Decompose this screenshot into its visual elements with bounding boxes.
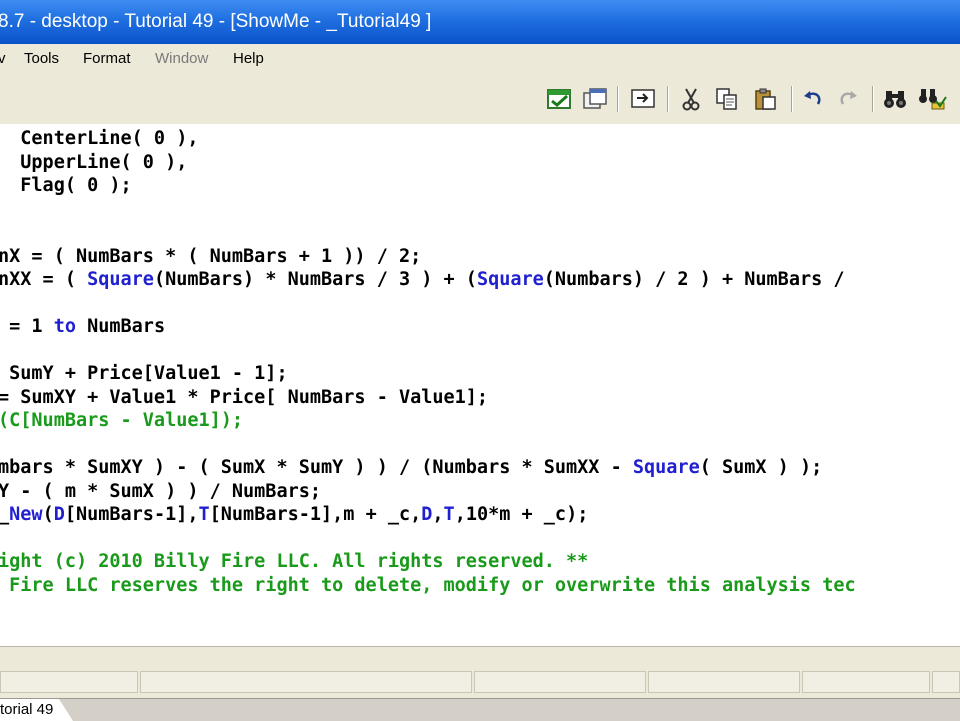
copy-icon bbox=[716, 88, 737, 110]
code-line: Fire LLC reserves the right to delete, m… bbox=[0, 574, 856, 598]
copy-button[interactable] bbox=[712, 84, 742, 114]
code-text: [NumBars-1], bbox=[64, 504, 199, 525]
code-text: nX = ( NumBars * ( NumBars + 1 )) / 2; bbox=[0, 245, 422, 267]
status-pane bbox=[932, 671, 960, 693]
code-line: = 1 to NumBars bbox=[0, 315, 165, 339]
code-editor[interactable]: CenterLine( 0 ), UpperLine( 0 ), Flag( 0… bbox=[0, 124, 960, 646]
cut-icon bbox=[682, 88, 700, 111]
code-keyword: Square bbox=[87, 269, 154, 290]
code-text: Y - ( m * SumX ) ) / NumBars; bbox=[0, 480, 322, 502]
title-bar: 8.7 - desktop - Tutorial 49 - [ShowMe - … bbox=[0, 0, 960, 44]
code-line: ight (c) 2010 Billy Fire LLC. All rights… bbox=[0, 550, 588, 574]
code-line: mbars * SumXY ) - ( SumX * SumY ) ) / (N… bbox=[0, 456, 822, 480]
menu-tools[interactable]: Tools bbox=[24, 44, 59, 74]
code-keyword: New bbox=[9, 504, 43, 525]
code-text: NumBars bbox=[75, 316, 166, 337]
menu-help[interactable]: Help bbox=[233, 44, 264, 74]
code-keyword: D bbox=[53, 504, 65, 525]
redo-icon bbox=[840, 91, 857, 105]
paste-icon bbox=[755, 88, 776, 110]
code-text: ( SumX ) ); bbox=[699, 457, 823, 478]
menu-window[interactable]: Window bbox=[155, 44, 208, 74]
code-text: [NumBars-1],m + _c, bbox=[209, 504, 422, 525]
status-pane bbox=[140, 671, 472, 693]
status-bar bbox=[0, 646, 960, 699]
code-text: = SumXY + Value1 * Price[ NumBars - Valu… bbox=[0, 386, 489, 408]
code-line: = SumXY + Value1 * Price[ NumBars - Valu… bbox=[0, 386, 488, 410]
code-line: UpperLine( 0 ), bbox=[0, 151, 187, 175]
properties-icon bbox=[583, 88, 607, 109]
menu-view[interactable]: v bbox=[0, 44, 6, 74]
code-text: , bbox=[432, 504, 444, 525]
code-text: (NumBars) * NumBars / 3 ) + ( bbox=[153, 269, 477, 290]
code-line: _New(D[NumBars-1],T[NumBars-1],m + _c,D,… bbox=[0, 503, 588, 527]
menu-format[interactable]: Format bbox=[83, 44, 131, 74]
find-replace-button[interactable] bbox=[918, 84, 948, 114]
find-icon bbox=[884, 91, 906, 108]
code-comment: (C[NumBars - Value1]); bbox=[0, 410, 244, 431]
code-keyword: to bbox=[53, 316, 76, 337]
document-tab-bar: torial 49 bbox=[0, 698, 960, 721]
find-button[interactable] bbox=[881, 84, 911, 114]
menu-bar: v Tools Format Window Help bbox=[0, 44, 960, 74]
code-keyword: D bbox=[421, 504, 433, 525]
code-text: SumY + Price[Value1 - 1]; bbox=[0, 363, 288, 384]
cut-button[interactable] bbox=[676, 84, 706, 114]
status-pane bbox=[802, 671, 930, 693]
code-line: nX = ( NumBars * ( NumBars + 1 )) / 2; bbox=[0, 245, 421, 269]
code-text: Flag( 0 ); bbox=[0, 175, 132, 196]
properties-button[interactable] bbox=[580, 84, 610, 114]
code-comment: ight (c) 2010 Billy Fire LLC. All rights… bbox=[0, 551, 589, 572]
toolbar bbox=[0, 74, 960, 125]
insert-icon bbox=[631, 89, 655, 108]
verify-icon bbox=[547, 89, 571, 109]
status-pane bbox=[474, 671, 646, 693]
code-keyword: T bbox=[198, 504, 210, 525]
code-line: Flag( 0 ); bbox=[0, 174, 132, 198]
code-text: (Numbars) / 2 ) + NumBars / bbox=[543, 269, 856, 290]
code-line: SumY + Price[Value1 - 1]; bbox=[0, 362, 288, 386]
tab-tutorial-49[interactable]: torial 49 bbox=[0, 699, 74, 721]
code-line: CenterLine( 0 ), bbox=[0, 127, 198, 151]
paste-button[interactable] bbox=[750, 84, 780, 114]
code-text: ( bbox=[42, 504, 54, 525]
code-text: mbars * SumXY ) - ( SumX * SumY ) ) / (N… bbox=[0, 457, 633, 478]
code-comment: Fire LLC reserves the right to delete, m… bbox=[0, 574, 856, 596]
window-title: 8.7 - desktop - Tutorial 49 - [ShowMe - … bbox=[0, 11, 432, 32]
insert-button[interactable] bbox=[628, 84, 658, 114]
undo-icon bbox=[804, 91, 821, 105]
code-text: CenterLine( 0 ), bbox=[0, 128, 199, 149]
code-keyword: Square bbox=[632, 457, 700, 478]
undo-button[interactable] bbox=[798, 84, 828, 114]
code-text: UpperLine( 0 ), bbox=[0, 151, 188, 173]
code-text: ,10*m + _c); bbox=[454, 504, 589, 525]
code-line: Y - ( m * SumX ) ) / NumBars; bbox=[0, 480, 321, 504]
verify-button[interactable] bbox=[545, 84, 575, 114]
find-replace-icon bbox=[919, 89, 947, 110]
code-text: = 1 bbox=[0, 316, 54, 337]
code-keyword: Square bbox=[476, 269, 544, 290]
code-text: nXX = ( bbox=[0, 269, 88, 290]
status-pane bbox=[648, 671, 800, 693]
code-text: _ bbox=[0, 504, 9, 525]
redo-button[interactable] bbox=[833, 84, 863, 114]
code-keyword: T bbox=[443, 504, 455, 525]
code-line: (C[NumBars - Value1]); bbox=[0, 409, 243, 433]
status-pane bbox=[0, 671, 138, 693]
code-line: nXX = ( Square(NumBars) * NumBars / 3 ) … bbox=[0, 268, 856, 292]
